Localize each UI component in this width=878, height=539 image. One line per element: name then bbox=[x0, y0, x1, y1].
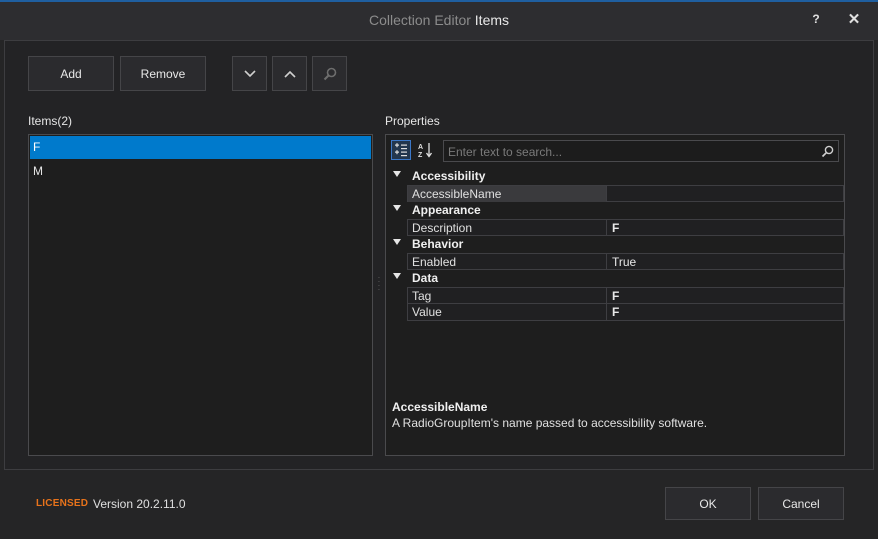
category-label: Appearance bbox=[412, 203, 481, 217]
window-title: Collection Editor Items bbox=[0, 12, 878, 28]
description-title: AccessibleName bbox=[392, 400, 488, 414]
description-text: A RadioGroupItem's name passed to access… bbox=[392, 416, 708, 430]
property-value[interactable]: F bbox=[606, 288, 844, 304]
categorized-view-button[interactable] bbox=[391, 140, 411, 160]
alphabetical-view-button[interactable]: A Z bbox=[415, 140, 435, 160]
property-name: Enabled bbox=[412, 255, 457, 269]
categorized-icon bbox=[395, 143, 407, 157]
search-placeholder: Enter text to search... bbox=[448, 145, 563, 159]
window-title-main: Items bbox=[474, 12, 510, 28]
search-icon bbox=[821, 145, 834, 158]
version-label: Version 20.2.11.0 bbox=[93, 497, 186, 511]
expand-arrow-icon bbox=[393, 205, 401, 211]
move-up-button[interactable] bbox=[272, 56, 307, 91]
licensed-badge: LICENSED bbox=[36, 498, 89, 509]
ok-button[interactable]: OK bbox=[665, 487, 751, 520]
close-button[interactable]: ✕ bbox=[844, 10, 864, 30]
cancel-button[interactable]: Cancel bbox=[758, 487, 844, 520]
property-row-description[interactable]: Description F bbox=[407, 219, 844, 236]
svg-text:Z: Z bbox=[418, 152, 423, 158]
category-label: Accessibility bbox=[412, 169, 486, 183]
category-data[interactable]: Data bbox=[391, 270, 844, 287]
category-appearance[interactable]: Appearance bbox=[391, 202, 844, 219]
property-name: Value bbox=[412, 305, 442, 319]
items-list[interactable]: F M bbox=[28, 134, 373, 456]
sort-az-icon: A Z bbox=[418, 143, 433, 158]
property-row-tag[interactable]: Tag F bbox=[407, 287, 844, 304]
find-button[interactable] bbox=[312, 56, 347, 91]
expand-arrow-icon bbox=[393, 171, 401, 177]
svg-text:A: A bbox=[418, 144, 423, 151]
properties-label: Properties bbox=[385, 114, 440, 128]
items-label: Items(2) bbox=[28, 114, 73, 128]
property-row-accessiblename[interactable]: AccessibleName bbox=[407, 185, 844, 202]
chevron-down-icon bbox=[243, 69, 256, 77]
splitter-grip[interactable]: · · · · bbox=[376, 274, 382, 294]
property-search-input[interactable]: Enter text to search... bbox=[443, 140, 839, 162]
move-down-button[interactable] bbox=[232, 56, 267, 91]
property-name: Tag bbox=[412, 289, 432, 303]
add-button[interactable]: Add bbox=[28, 56, 114, 91]
property-value[interactable]: F bbox=[606, 304, 844, 320]
property-row-enabled[interactable]: Enabled True bbox=[407, 253, 844, 270]
expand-arrow-icon bbox=[393, 273, 401, 279]
property-name: AccessibleName bbox=[412, 187, 502, 201]
category-behavior[interactable]: Behavior bbox=[391, 236, 844, 253]
category-accessibility[interactable]: Accessibility bbox=[391, 168, 844, 185]
property-value[interactable]: True bbox=[606, 254, 844, 270]
list-item[interactable]: F bbox=[30, 136, 371, 159]
category-label: Behavior bbox=[412, 237, 464, 251]
property-name: Description bbox=[412, 221, 473, 235]
property-value[interactable]: F bbox=[606, 220, 844, 236]
window-title-prefix: Collection Editor bbox=[368, 12, 471, 28]
magnifier-icon bbox=[323, 67, 336, 80]
remove-button[interactable]: Remove bbox=[120, 56, 206, 91]
category-label: Data bbox=[412, 271, 439, 285]
expand-arrow-icon bbox=[393, 239, 401, 245]
help-button[interactable]: ? bbox=[806, 12, 826, 30]
list-item[interactable]: M bbox=[30, 160, 371, 183]
chevron-up-icon bbox=[283, 70, 296, 78]
property-row-value[interactable]: Value F bbox=[407, 304, 844, 321]
property-value[interactable] bbox=[606, 186, 844, 202]
